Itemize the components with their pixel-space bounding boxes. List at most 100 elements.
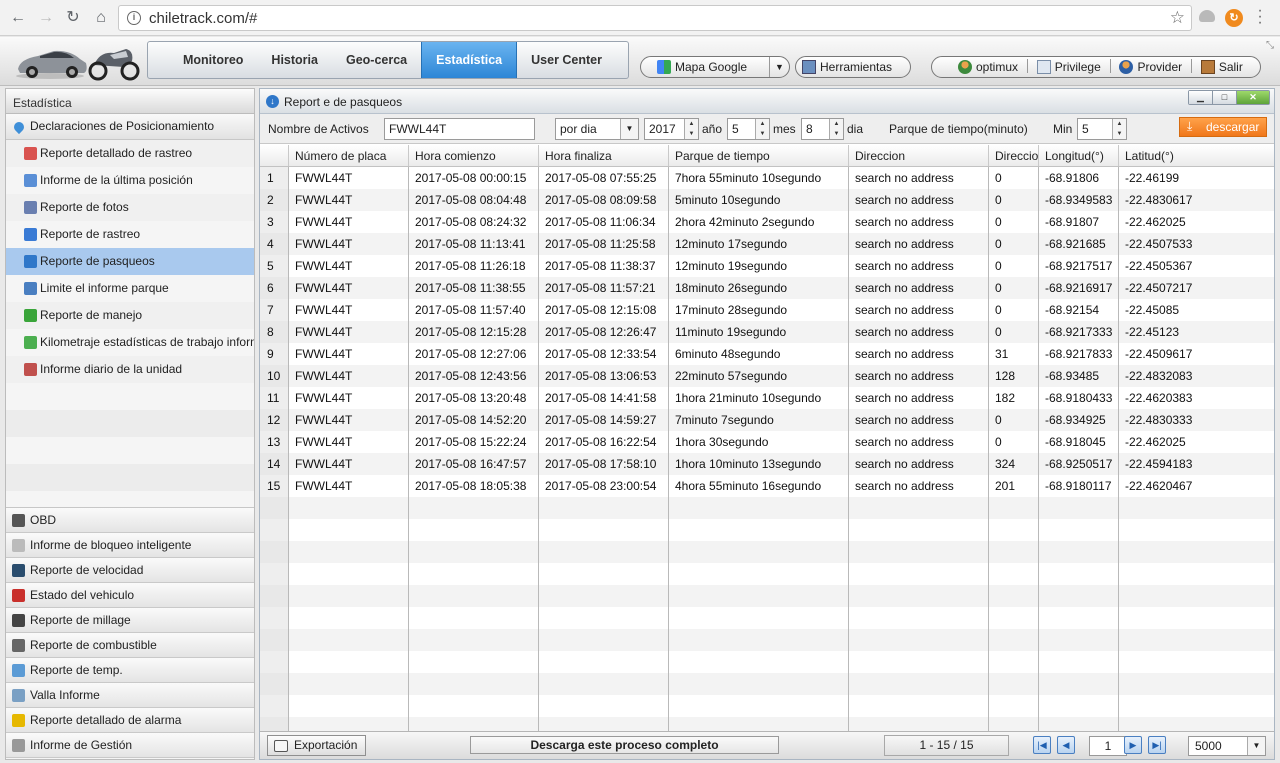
previous-page-icon[interactable]: ◀ (1057, 736, 1075, 754)
table-row[interactable]: 6 FWWL44T 2017-05-08 11:38:55 2017-05-08 11… (260, 277, 1274, 299)
last-page-icon[interactable]: ▶| (1148, 736, 1166, 754)
column-header[interactable]: Número de placa (289, 145, 409, 166)
tools-button[interactable]: Herramientas (795, 56, 911, 78)
extension-orange-icon[interactable]: ↻ (1225, 9, 1243, 27)
home-icon[interactable]: ⌂ (91, 8, 111, 28)
sidebar-item[interactable]: Informe de la última posición (6, 167, 254, 194)
month-stepper[interactable]: 5 ▲ ▼ (727, 118, 770, 140)
sidebar-item[interactable]: Reporte de fotos (6, 194, 254, 221)
table-cell: -22.4505367 (1125, 259, 1193, 273)
sidebar-category[interactable]: OBD (6, 508, 254, 533)
stepper-arrows-icon[interactable]: ▲ ▼ (755, 119, 769, 139)
fullscreen-icon[interactable]: ⤡ (1266, 40, 1276, 51)
column-header[interactable]: Direccion (849, 145, 989, 166)
empty-row (260, 541, 1274, 563)
sidebar-category[interactable]: Reporte de millage (6, 608, 254, 633)
chevron-down-icon[interactable]: ▼ (620, 119, 638, 139)
sidebar-item[interactable]: Reporte detallado de rastreo (6, 140, 254, 167)
sidebar-category[interactable]: Reporte de combustible (6, 633, 254, 658)
table-row[interactable]: 11 FWWL44T 2017-05-08 13:20:48 2017-05-08 1… (260, 387, 1274, 409)
year-stepper[interactable]: 2017 ▲ ▼ (644, 118, 699, 140)
sidebar-item[interactable]: Reporte de manejo (6, 302, 254, 329)
table-cell: 11minuto 19segundo (669, 321, 849, 343)
sidebar-category[interactable]: Informe de Gestión (6, 733, 254, 758)
sidebar-category[interactable]: Informe de bloqueo inteligente (6, 533, 254, 558)
sidebar-item[interactable]: Informe diario de la unidad (6, 356, 254, 383)
close-icon[interactable]: ✕ (1237, 91, 1269, 104)
maximize-icon[interactable]: □ (1213, 91, 1237, 104)
sidebar-item[interactable]: Reporte de rastreo (6, 221, 254, 248)
table-row[interactable]: 4 FWWL44T 2017-05-08 11:13:41 2017-05-08 11… (260, 233, 1274, 255)
row-number (260, 563, 289, 585)
table-row[interactable]: 3 FWWL44T 2017-05-08 08:24:32 2017-05-08 11… (260, 211, 1274, 233)
min-stepper[interactable]: 5 ▲ ▼ (1077, 118, 1127, 140)
stepper-arrows-icon[interactable]: ▲ ▼ (1112, 119, 1126, 139)
page-size-select[interactable]: 5000 ▼ (1188, 736, 1266, 756)
column-header[interactable]: Longitud(°) (1039, 145, 1119, 166)
sidebar-category[interactable]: Estado del vehiculo (6, 583, 254, 608)
extension-cloud-icon[interactable] (1199, 10, 1215, 22)
table-row[interactable]: 8 FWWL44T 2017-05-08 12:15:28 2017-05-08 12… (260, 321, 1274, 343)
tab-historia[interactable]: Historia (257, 42, 332, 78)
username-link[interactable]: optimux (976, 60, 1018, 74)
sidebar-category[interactable]: Reporte detallado de alarma (6, 708, 254, 733)
asset-input[interactable]: FWWL44T (384, 118, 535, 140)
tab-geo-cerca[interactable]: Geo-cerca (332, 42, 421, 78)
chevron-down-icon[interactable]: ▼ (1247, 737, 1265, 755)
sidebar-item[interactable]: Limite el informe parque (6, 275, 254, 302)
export-button[interactable]: Exportación (267, 735, 366, 756)
tab-user-center[interactable]: User Center (517, 42, 616, 78)
address-bar[interactable]: i chiletrack.com/# ☆ (118, 5, 1192, 31)
download-button[interactable]: ⤓ descargar (1179, 117, 1267, 137)
logout-link[interactable]: Salir (1219, 60, 1243, 74)
table-row[interactable]: 15 FWWL44T 2017-05-08 18:05:38 2017-05-08 2… (260, 475, 1274, 497)
provider-link[interactable]: Provider (1137, 60, 1182, 74)
stepper-arrows-icon[interactable]: ▲ ▼ (684, 119, 698, 139)
table-row[interactable]: 2 FWWL44T 2017-05-08 08:04:48 2017-05-08 08… (260, 189, 1274, 211)
column-header[interactable]: Parque de tiempo (669, 145, 849, 166)
sidebar-category[interactable]: Reporte de temp. (6, 658, 254, 683)
day-stepper[interactable]: 8 ▲ ▼ (801, 118, 844, 140)
table-cell (669, 497, 849, 519)
column-header[interactable]: Hora finaliza (539, 145, 669, 166)
table-cell (409, 585, 539, 607)
sidebar-item[interactable]: Reporte de pasqueos (6, 248, 254, 275)
first-page-icon[interactable]: |◀ (1033, 736, 1051, 754)
sidebar-category[interactable]: Valla Informe (6, 683, 254, 708)
back-icon[interactable]: ← (8, 8, 28, 28)
table-row[interactable]: 9 FWWL44T 2017-05-08 12:27:06 2017-05-08 12… (260, 343, 1274, 365)
table-row[interactable]: 12 FWWL44T 2017-05-08 14:52:20 2017-05-08 1… (260, 409, 1274, 431)
column-header[interactable] (260, 145, 289, 166)
browser-menu-icon[interactable]: · · · (1257, 3, 1263, 31)
next-page-icon[interactable]: ▶ (1124, 736, 1142, 754)
stepper-arrows-icon[interactable]: ▲ ▼ (829, 119, 843, 139)
reload-icon[interactable]: ↻ (63, 8, 83, 28)
forward-icon[interactable]: → (36, 8, 56, 28)
table-cell: 2017-05-08 12:15:28 (409, 321, 539, 343)
column-header[interactable]: Direccio (989, 145, 1039, 166)
row-number: 6 (260, 277, 289, 299)
column-header[interactable]: Hora comienzo (409, 145, 539, 166)
table-row[interactable]: 10 FWWL44T 2017-05-08 12:43:56 2017-05-08 1… (260, 365, 1274, 387)
table-cell: -22.4830617 (1125, 193, 1193, 207)
sidebar-group-positioning[interactable]: Declaraciones de Posicionamiento (6, 114, 254, 140)
table-row[interactable]: 1 FWWL44T 2017-05-08 00:00:15 2017-05-08 07… (260, 167, 1274, 189)
map-selector[interactable]: Mapa Google ▼ (640, 56, 790, 78)
table-row[interactable]: 13 FWWL44T 2017-05-08 15:22:24 2017-05-08 1… (260, 431, 1274, 453)
info-icon[interactable]: i (127, 11, 141, 25)
sidebar-category[interactable]: Reporte de velocidad (6, 558, 254, 583)
page-number-input[interactable]: 1 (1089, 736, 1127, 756)
minimize-icon[interactable]: ▁ (1189, 91, 1213, 104)
chevron-down-icon[interactable]: ▼ (769, 57, 789, 77)
table-row[interactable]: 5 FWWL44T 2017-05-08 11:26:18 2017-05-08 11… (260, 255, 1274, 277)
table-cell: 2017-05-08 11:38:37 (539, 255, 669, 277)
column-header[interactable]: Latitud(°) (1119, 145, 1274, 166)
table-row[interactable]: 14 FWWL44T 2017-05-08 16:47:57 2017-05-08 1… (260, 453, 1274, 475)
sidebar-item[interactable]: Kilometraje estadísticas de trabajo info… (6, 329, 254, 356)
period-select[interactable]: por dia ▼ (555, 118, 639, 140)
tab-estadistica[interactable]: Estadística (421, 42, 518, 78)
tab-monitoreo[interactable]: Monitoreo (148, 42, 257, 78)
table-row[interactable]: 7 FWWL44T 2017-05-08 11:57:40 2017-05-08 12… (260, 299, 1274, 321)
privilege-link[interactable]: Privilege (1055, 60, 1101, 74)
bookmark-star-icon[interactable]: ☆ (1170, 8, 1185, 28)
